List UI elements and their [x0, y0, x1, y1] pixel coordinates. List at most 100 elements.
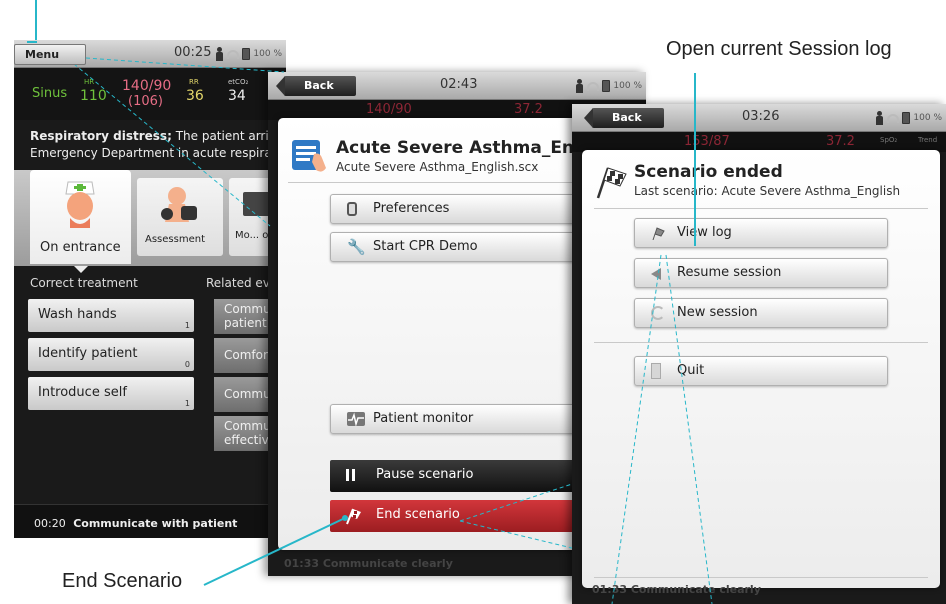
- button-label: View log: [677, 225, 732, 240]
- battery-icon: [602, 80, 611, 92]
- clock: 02:43: [440, 77, 478, 92]
- clock: 03:26: [742, 109, 780, 124]
- nurse-icon: [65, 181, 95, 228]
- treatment-count: 1: [184, 399, 190, 408]
- scenario-title: Acute Severe Asthma_En: [336, 138, 575, 158]
- wifi-icon: [587, 81, 600, 91]
- scenario-file-icon: [292, 140, 326, 172]
- screen-scenario-ended: 03:26 100 % Back 153/87 37.2 SpO₂ Trend …: [572, 104, 946, 604]
- panel-bottom-rule: [594, 577, 928, 578]
- battery-level: 100 %: [253, 49, 282, 59]
- treatment-label: Wash hands: [38, 307, 117, 322]
- clock: 00:25: [174, 45, 212, 60]
- checkered-flag-icon: [596, 167, 627, 199]
- hr-value: 110: [80, 88, 107, 104]
- view-log-button[interactable]: View log: [634, 218, 888, 248]
- etco2-value: 34: [228, 88, 246, 104]
- monitor-wave-icon: [347, 412, 365, 427]
- back-button[interactable]: Back: [276, 76, 356, 96]
- treatment-label: Identify patient: [38, 346, 138, 361]
- treatment-wash-hands[interactable]: Wash hands 1: [28, 299, 194, 332]
- button-label: Pause scenario: [376, 467, 474, 482]
- tab-label: Assessment: [145, 234, 205, 245]
- selected-tab-pointer: [74, 266, 88, 273]
- person-icon: [215, 47, 224, 61]
- tab-on-entrance[interactable]: On entrance: [30, 170, 131, 264]
- divider: [594, 342, 928, 343]
- bp-value: 140/90: [366, 102, 412, 117]
- tab-assessment[interactable]: Assessment: [137, 178, 223, 256]
- related-events-header: Related ev: [206, 276, 270, 290]
- spo2-label: SpO₂: [880, 136, 898, 144]
- checkered-flag-icon: [346, 508, 361, 525]
- etco2-label: etCO₂: [228, 78, 249, 86]
- rr-label: RR: [189, 78, 199, 86]
- rr-value: 36: [186, 88, 204, 104]
- button-label: Start CPR Demo: [373, 239, 478, 254]
- battery-level: 100 %: [613, 81, 642, 91]
- scenario-ended-panel: Scenario ended Last scenario: Acute Seve…: [582, 150, 940, 588]
- etco2-value: 37.2: [826, 134, 855, 149]
- tab-strip: On entrance Assessment Mo... o: [14, 170, 286, 266]
- treatment-count: 0: [184, 360, 190, 369]
- bp-mean: (106): [128, 94, 163, 109]
- system-icons: 100 %: [875, 111, 942, 125]
- footer-time: 00:20: [34, 517, 66, 530]
- ended-subtitle: Last scenario: Acute Severe Asthma_Engli…: [634, 184, 901, 198]
- log-flag-icon: [652, 227, 665, 240]
- button-label: Quit: [677, 363, 705, 378]
- battery-icon: [902, 112, 911, 124]
- person-icon: [875, 111, 884, 125]
- button-label: Resume session: [677, 265, 782, 280]
- exit-door-icon: [651, 363, 661, 379]
- system-icons: 100 %: [215, 47, 282, 61]
- correct-treatment-header: Correct treatment: [30, 276, 138, 290]
- description-line: Emergency Department in acute respirator…: [30, 146, 286, 160]
- event-footer: 00:20 Communicate with patient: [14, 504, 286, 538]
- callout-end-scenario: End Scenario: [62, 570, 183, 592]
- menu-button[interactable]: Menu: [14, 44, 86, 65]
- quit-button[interactable]: Quit: [634, 356, 888, 386]
- vitals-strip: 153/87 37.2 SpO₂ Trend: [572, 132, 946, 152]
- button-label: End scenario: [376, 507, 460, 522]
- refresh-icon: [651, 306, 665, 320]
- battery-level: 100 %: [913, 113, 942, 123]
- bp-value: 153/87: [684, 134, 730, 149]
- arrow-left-icon: [651, 268, 661, 280]
- tab-label: On entrance: [40, 240, 121, 255]
- battery-icon: [242, 48, 251, 60]
- button-label: Preferences: [373, 201, 450, 216]
- etco2-value: 37.2: [514, 102, 543, 117]
- resume-session-button[interactable]: Resume session: [634, 258, 888, 288]
- person-icon: [575, 79, 584, 93]
- wifi-icon: [887, 113, 900, 123]
- scenario-filename: Acute Severe Asthma_English.scx: [336, 160, 539, 174]
- footer-event: Communicate with patient: [73, 517, 238, 530]
- description-heading: Respiratory distress;: [30, 129, 172, 143]
- divider: [594, 208, 928, 209]
- background-footer: 01:33 Communicate clearly: [284, 557, 453, 570]
- background-footer: 01:33 Communicate clearly: [592, 583, 761, 596]
- scenario-description: Respiratory distress; The patient arrive…: [30, 128, 286, 162]
- phone-icon: [347, 202, 357, 216]
- rhythm-value: Sinus: [32, 86, 68, 101]
- callout-open-session-log: Open current Session log: [666, 38, 892, 60]
- screen-session: 00:25 100 % Sinus HR 110 140/90 (106) RR…: [14, 40, 286, 538]
- bp-cuff-icon: [161, 187, 197, 222]
- tab-label: Mo... o: [235, 230, 269, 241]
- wrench-icon: 🔧: [347, 238, 366, 256]
- system-icons: 100 %: [575, 79, 642, 93]
- bp-value: 140/90: [122, 78, 172, 94]
- hr-label: HR: [84, 78, 95, 86]
- vitals-strip: Sinus HR 110 140/90 (106) RR 36 etCO₂ 34: [14, 68, 286, 120]
- treatment-identify-patient[interactable]: Identify patient 0: [28, 338, 194, 371]
- trend-label: Trend: [918, 136, 938, 144]
- new-session-button[interactable]: New session: [634, 298, 888, 328]
- treatment-count: 1: [184, 321, 190, 330]
- wifi-icon: [227, 49, 240, 59]
- back-button[interactable]: Back: [584, 108, 664, 128]
- treatment-introduce-self[interactable]: Introduce self 1: [28, 377, 194, 410]
- button-label: New session: [677, 305, 758, 320]
- treatment-label: Introduce self: [38, 385, 127, 400]
- pause-icon: [346, 469, 355, 481]
